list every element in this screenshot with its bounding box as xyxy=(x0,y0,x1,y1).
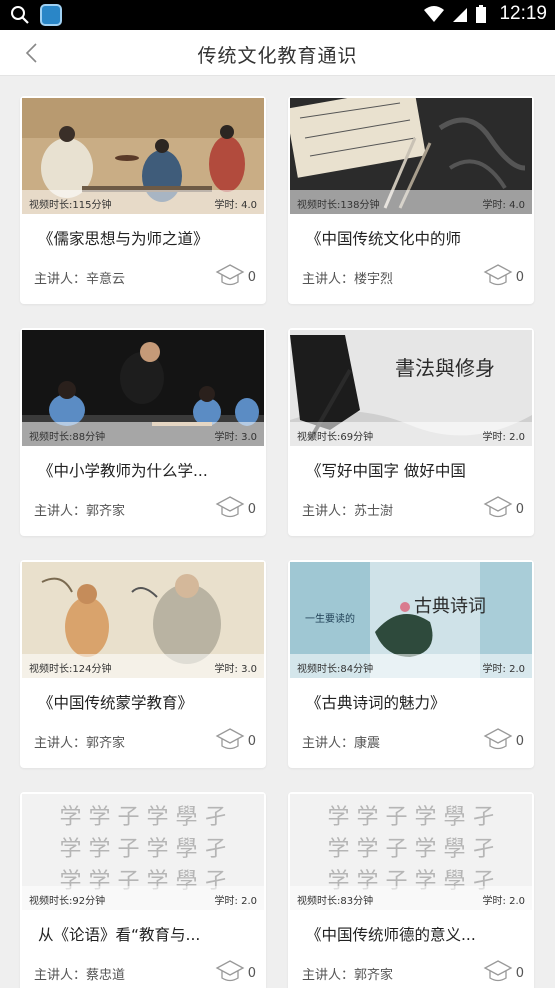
course-card[interactable]: 書法與修身 视频时长:69分钟 学时: 2.0 《写好中国字 做好中国 主讲人：… xyxy=(288,328,534,536)
battery-icon xyxy=(476,5,487,23)
status-time: 12:19 xyxy=(499,3,547,24)
video-duration: 视频时长:115分钟 xyxy=(29,200,112,211)
course-title: 《中国传统蒙学教育》 xyxy=(38,694,194,712)
course-title: 《古典诗词的魅力》 xyxy=(306,694,446,712)
video-duration: 视频时长:88分钟 xyxy=(29,432,106,443)
course-hours: 学时: 3.0 xyxy=(214,432,257,443)
graduation-cap-icon xyxy=(483,960,513,982)
course-card[interactable]: 学 学 子 学 學 孑 学 学 子 学 學 孑 学 学 子 学 學 孑 视频时长… xyxy=(20,792,266,988)
course-card[interactable]: 古典诗词 一生要读的 视频时长:84分钟 学时: 2.0 《古典诗词的魅力》 主… xyxy=(288,560,534,768)
thumbnail-character-row: 学 学 子 学 學 孑 xyxy=(60,837,227,862)
course-card[interactable]: 视频时长:115分钟 学时: 4.0 《儒家思想与为师之道》 主讲人：辛意云 0 xyxy=(20,96,266,304)
thumbnail-book-subtitle: 一生要读的 xyxy=(305,612,355,625)
video-duration: 视频时长:83分钟 xyxy=(297,896,374,907)
course-thumbnail: 古典诗词 一生要读的 视频时长:84分钟 学时: 2.0 xyxy=(290,562,532,678)
video-duration: 视频时长:69分钟 xyxy=(297,432,374,443)
course-card[interactable]: 视频时长:138分钟 学时: 4.0 《中国传统文化中的师 主讲人：楼宇烈 0 xyxy=(288,96,534,304)
course-hours: 学时: 2.0 xyxy=(482,664,525,675)
video-duration: 视频时长:124分钟 xyxy=(29,664,112,675)
thumbnail-info-bar: 视频时长:84分钟 学时: 2.0 xyxy=(290,654,532,678)
enroll-count-value: 0 xyxy=(515,501,524,517)
thumbnail-info-bar: 视频时长:115分钟 学时: 4.0 xyxy=(22,190,264,214)
course-thumbnail: 视频时长:88分钟 学时: 3.0 xyxy=(22,330,264,446)
enroll-count-value: 0 xyxy=(515,733,524,749)
course-title: 从《论语》看“教育与... xyxy=(38,926,201,944)
course-speaker: 主讲人：郭齐家 xyxy=(34,504,126,519)
top-nav-bar: 传统文化教育通识 xyxy=(0,30,555,76)
video-duration: 视频时长:84分钟 xyxy=(297,664,374,675)
course-hours: 学时: 2.0 xyxy=(482,432,525,443)
course-title: 《写好中国字 做好中国 xyxy=(306,462,466,480)
enroll-count-value: 0 xyxy=(247,269,256,285)
course-hours: 学时: 2.0 xyxy=(214,896,257,907)
thumbnail-character-row: 学 学 子 学 學 孑 xyxy=(60,805,227,830)
course-thumbnail: 書法與修身 视频时长:69分钟 学时: 2.0 xyxy=(290,330,532,446)
enroll-count-value: 0 xyxy=(247,501,256,517)
thumbnail-info-bar: 视频时长:92分钟 学时: 2.0 xyxy=(22,886,264,910)
enroll-count[interactable]: 0 xyxy=(483,494,524,520)
graduation-cap-icon xyxy=(215,496,245,518)
course-hours: 学时: 4.0 xyxy=(482,200,525,211)
course-thumbnail: 学 学 子 学 學 孑 学 学 子 学 學 孑 学 学 子 学 學 孑 视频时长… xyxy=(22,794,264,910)
enroll-count[interactable]: 0 xyxy=(483,726,524,752)
course-card[interactable]: 学 学 子 学 學 孑 学 学 子 学 學 孑 学 学 子 学 學 孑 视频时长… xyxy=(288,792,534,988)
enroll-count-value: 0 xyxy=(247,965,256,981)
course-hours: 学时: 4.0 xyxy=(214,200,257,211)
course-card[interactable]: 视频时长:88分钟 学时: 3.0 《中小学教师为什么学... 主讲人：郭齐家 … xyxy=(20,328,266,536)
thumbnail-character-row: 学 学 子 学 學 孑 xyxy=(328,837,495,862)
graduation-cap-icon xyxy=(483,496,513,518)
course-title: 《中国传统文化中的师 xyxy=(306,230,462,248)
course-speaker: 主讲人：郭齐家 xyxy=(302,968,394,983)
page-title: 传统文化教育通识 xyxy=(197,45,358,67)
course-thumbnail: 视频时长:115分钟 学时: 4.0 xyxy=(22,98,264,214)
video-duration: 视频时长:138分钟 xyxy=(297,200,380,211)
graduation-cap-icon xyxy=(483,728,513,750)
thumbnail-character-row: 学 学 子 学 學 孑 xyxy=(328,805,495,830)
thumbnail-info-bar: 视频时长:69分钟 学时: 2.0 xyxy=(290,422,532,446)
course-thumbnail: 学 学 子 学 學 孑 学 学 子 学 學 孑 学 学 子 学 學 孑 视频时长… xyxy=(290,794,532,910)
course-title: 《中小学教师为什么学... xyxy=(38,462,208,480)
course-hours: 学时: 2.0 xyxy=(482,896,525,907)
enroll-count-value: 0 xyxy=(247,733,256,749)
enroll-count[interactable]: 0 xyxy=(215,494,256,520)
thumbnail-info-bar: 视频时长:138分钟 学时: 4.0 xyxy=(290,190,532,214)
enroll-count[interactable]: 0 xyxy=(215,958,256,984)
thumbnail-info-bar: 视频时长:124分钟 学时: 3.0 xyxy=(22,654,264,678)
thumbnail-calligraphy-text: 書法與修身 xyxy=(395,356,495,380)
graduation-cap-icon xyxy=(215,960,245,982)
course-speaker: 主讲人：楼宇烈 xyxy=(302,272,394,287)
search-icon xyxy=(11,6,29,24)
enroll-count-value: 0 xyxy=(515,965,524,981)
course-speaker: 主讲人：辛意云 xyxy=(34,272,126,287)
graduation-cap-icon xyxy=(215,728,245,750)
course-title: 《中国传统师德的意义... xyxy=(306,926,476,944)
enroll-count[interactable]: 0 xyxy=(483,958,524,984)
course-title: 《儒家思想与为师之道》 xyxy=(38,230,209,248)
video-duration: 视频时长:92分钟 xyxy=(29,896,106,907)
course-speaker: 主讲人：蔡忠道 xyxy=(34,968,126,983)
enroll-count-value: 0 xyxy=(515,269,524,285)
course-thumbnail: 视频时长:138分钟 学时: 4.0 xyxy=(290,98,532,214)
course-thumbnail: 视频时长:124分钟 学时: 3.0 xyxy=(22,562,264,678)
thumbnail-info-bar: 视频时长:88分钟 学时: 3.0 xyxy=(22,422,264,446)
enroll-count[interactable]: 0 xyxy=(215,262,256,288)
enroll-count[interactable]: 0 xyxy=(215,726,256,752)
wifi-icon xyxy=(424,6,445,22)
app-notification-icon xyxy=(40,4,62,26)
course-speaker: 主讲人：康震 xyxy=(302,736,381,751)
course-hours: 学时: 3.0 xyxy=(214,664,257,675)
course-speaker: 主讲人：郭齐家 xyxy=(34,736,126,751)
course-card[interactable]: 视频时长:124分钟 学时: 3.0 《中国传统蒙学教育》 主讲人：郭齐家 0 xyxy=(20,560,266,768)
enroll-count[interactable]: 0 xyxy=(483,262,524,288)
signal-icon xyxy=(453,8,468,22)
thumbnail-info-bar: 视频时长:83分钟 学时: 2.0 xyxy=(290,886,532,910)
graduation-cap-icon xyxy=(215,264,245,286)
thumbnail-book-title: 古典诗词 xyxy=(414,596,486,617)
status-bar: 12:19 xyxy=(0,0,555,30)
course-speaker: 主讲人：苏士澍 xyxy=(302,504,394,519)
graduation-cap-icon xyxy=(483,264,513,286)
